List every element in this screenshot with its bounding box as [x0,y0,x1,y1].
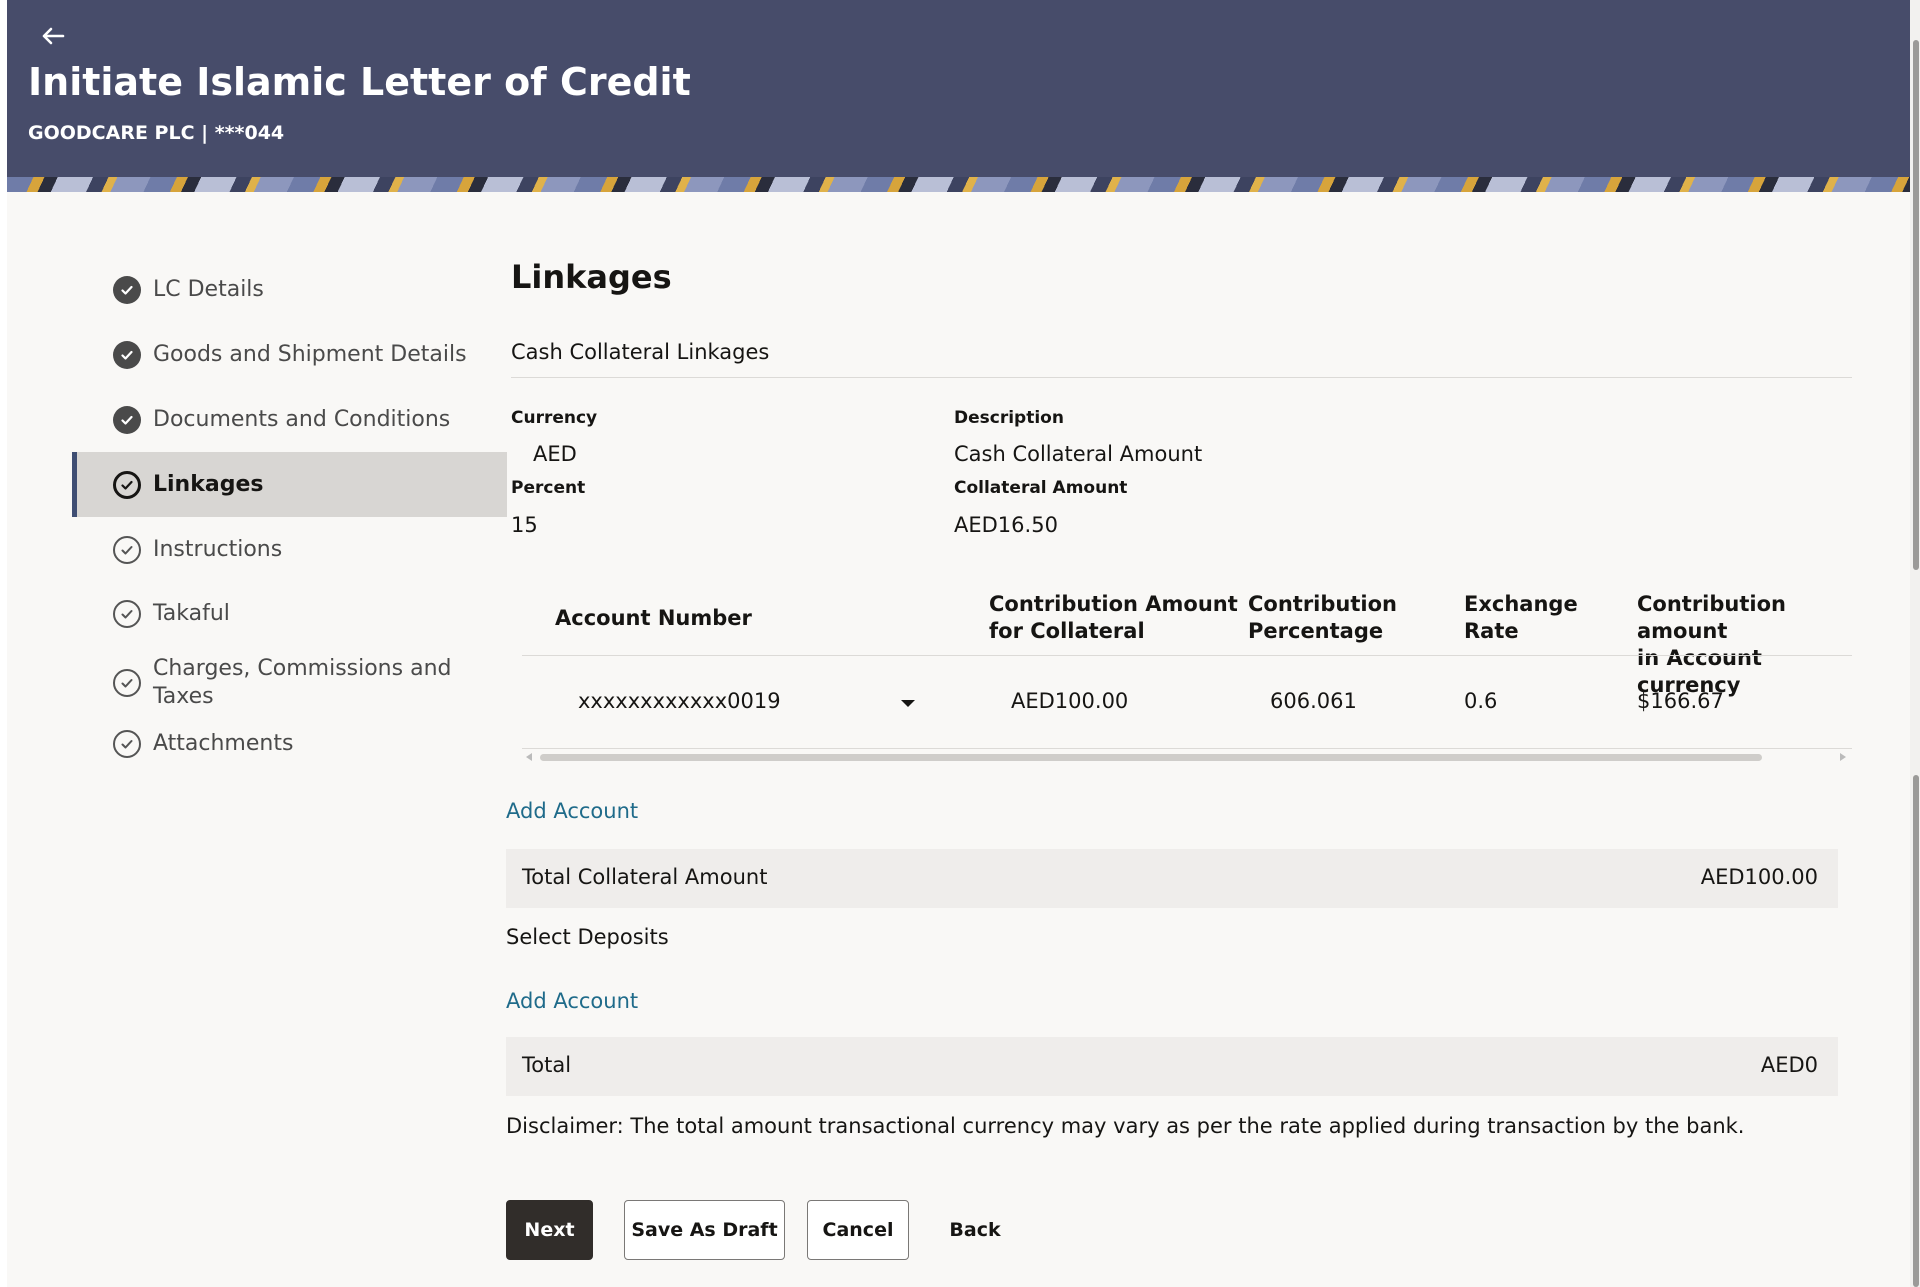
step-instructions[interactable]: Instructions [72,522,507,578]
contribution-amount-cell: AED100.00 [1011,689,1129,713]
total-value: AED0 [1760,1053,1818,1077]
check-circle-outline-icon [113,669,141,697]
scroll-left-icon[interactable] [526,753,532,761]
table-header-divider [522,655,1852,656]
party-subtitle: GOODCARE PLC | ***044 [28,122,285,144]
step-label: Takaful [153,601,230,626]
column-header-contribution-percentage: Contribution Percentage [1248,591,1397,645]
step-linkages[interactable]: Linkages [72,452,507,517]
add-account-link[interactable]: Add Account [506,799,638,823]
chevron-down-icon[interactable] [901,700,915,707]
scrollbar-thumb[interactable] [1913,40,1919,570]
add-deposit-account-link[interactable]: Add Account [506,989,638,1013]
page: Initiate Islamic Letter of Credit GOODCA… [7,0,1910,1287]
collateral-amount-value: AED16.50 [954,513,1058,537]
check-circle-filled-icon [113,341,141,369]
total-label: Total [522,1053,572,1077]
exchange-rate-cell: 0.6 [1464,689,1498,713]
step-label: Linkages [153,471,264,497]
step-label: Documents and Conditions [153,407,451,432]
column-header-contribution-amount: Contribution Amount for Collateral [989,591,1238,645]
save-as-draft-button[interactable]: Save As Draft [624,1200,785,1260]
table-horizontal-scrollbar[interactable] [522,751,1852,763]
header-line: Contribution Amount [989,592,1238,616]
step-label: Charges, Commissions and Taxes [153,656,452,709]
table-row-divider [522,748,1852,749]
description-label: Description [954,408,1064,428]
step-label: Goods and Shipment Details [153,342,467,367]
column-header-exchange-rate: Exchange Rate [1464,591,1578,645]
step-documents-and-conditions[interactable]: Documents and Conditions [72,392,507,448]
section-heading: Linkages [511,258,672,296]
disclaimer-text: Disclaimer: The total amount transaction… [506,1114,1745,1138]
percent-label: Percent [511,478,586,498]
step-lc-details[interactable]: LC Details [72,262,507,318]
decorative-banner [7,177,1910,192]
divider [511,377,1852,378]
cancel-button[interactable]: Cancel [807,1200,909,1260]
step-label: LC Details [153,277,264,302]
contribution-account-currency-cell: $166.67 [1637,689,1724,713]
check-circle-outline-icon [113,600,141,628]
cash-collateral-title: Cash Collateral Linkages [511,340,770,364]
total-collateral-value: AED100.00 [1700,865,1818,889]
step-takaful[interactable]: Takaful [72,586,507,642]
total-collateral-row: Total Collateral Amount AED100.00 [506,849,1838,908]
header-line: Exchange [1464,592,1578,616]
header-line: Contribution [1248,592,1397,616]
header-line: Percentage [1248,619,1384,643]
collateral-amount-label: Collateral Amount [954,478,1128,498]
currency-label: Currency [511,408,598,428]
step-charges-commissions-and-taxes[interactable]: Charges, Commissions and Taxes [72,650,507,716]
percent-value: 15 [511,513,538,537]
check-circle-outline-icon [113,730,141,758]
back-arrow-icon[interactable] [39,22,75,52]
currency-value: AED [533,442,577,466]
scrollbar-thumb[interactable] [1913,775,1919,1287]
step-goods-and-shipment-details[interactable]: Goods and Shipment Details [72,327,507,383]
contribution-percentage-cell: 606.061 [1270,689,1357,713]
page-title: Initiate Islamic Letter of Credit [28,60,691,104]
column-header-account-number: Account Number [555,606,752,630]
back-button[interactable]: Back [929,1200,1021,1260]
total-deposits-row: Total AED0 [506,1037,1838,1096]
check-circle-outline-icon [113,536,141,564]
header-line: Contribution amount [1637,592,1786,643]
account-number-select[interactable]: xxxxxxxxxxxx0019 [578,689,781,713]
page-header: Initiate Islamic Letter of Credit GOODCA… [7,0,1910,192]
header-line: for Collateral [989,619,1145,643]
check-circle-filled-icon [113,276,141,304]
select-deposits-label: Select Deposits [506,925,669,949]
check-circle-filled-icon [113,406,141,434]
description-value: Cash Collateral Amount [954,442,1203,466]
scroll-right-icon[interactable] [1840,753,1846,761]
column-header-contribution-account-currency: Contribution amount in Account currency [1637,591,1851,699]
next-button[interactable]: Next [506,1200,593,1260]
total-collateral-label: Total Collateral Amount [522,865,768,889]
check-circle-outline-icon [113,470,141,499]
step-label: Attachments [153,731,294,756]
step-attachments[interactable]: Attachments [72,716,507,772]
scrollbar-thumb[interactable] [540,754,1762,761]
header-line: Rate [1464,619,1519,643]
step-label: Instructions [153,537,283,562]
